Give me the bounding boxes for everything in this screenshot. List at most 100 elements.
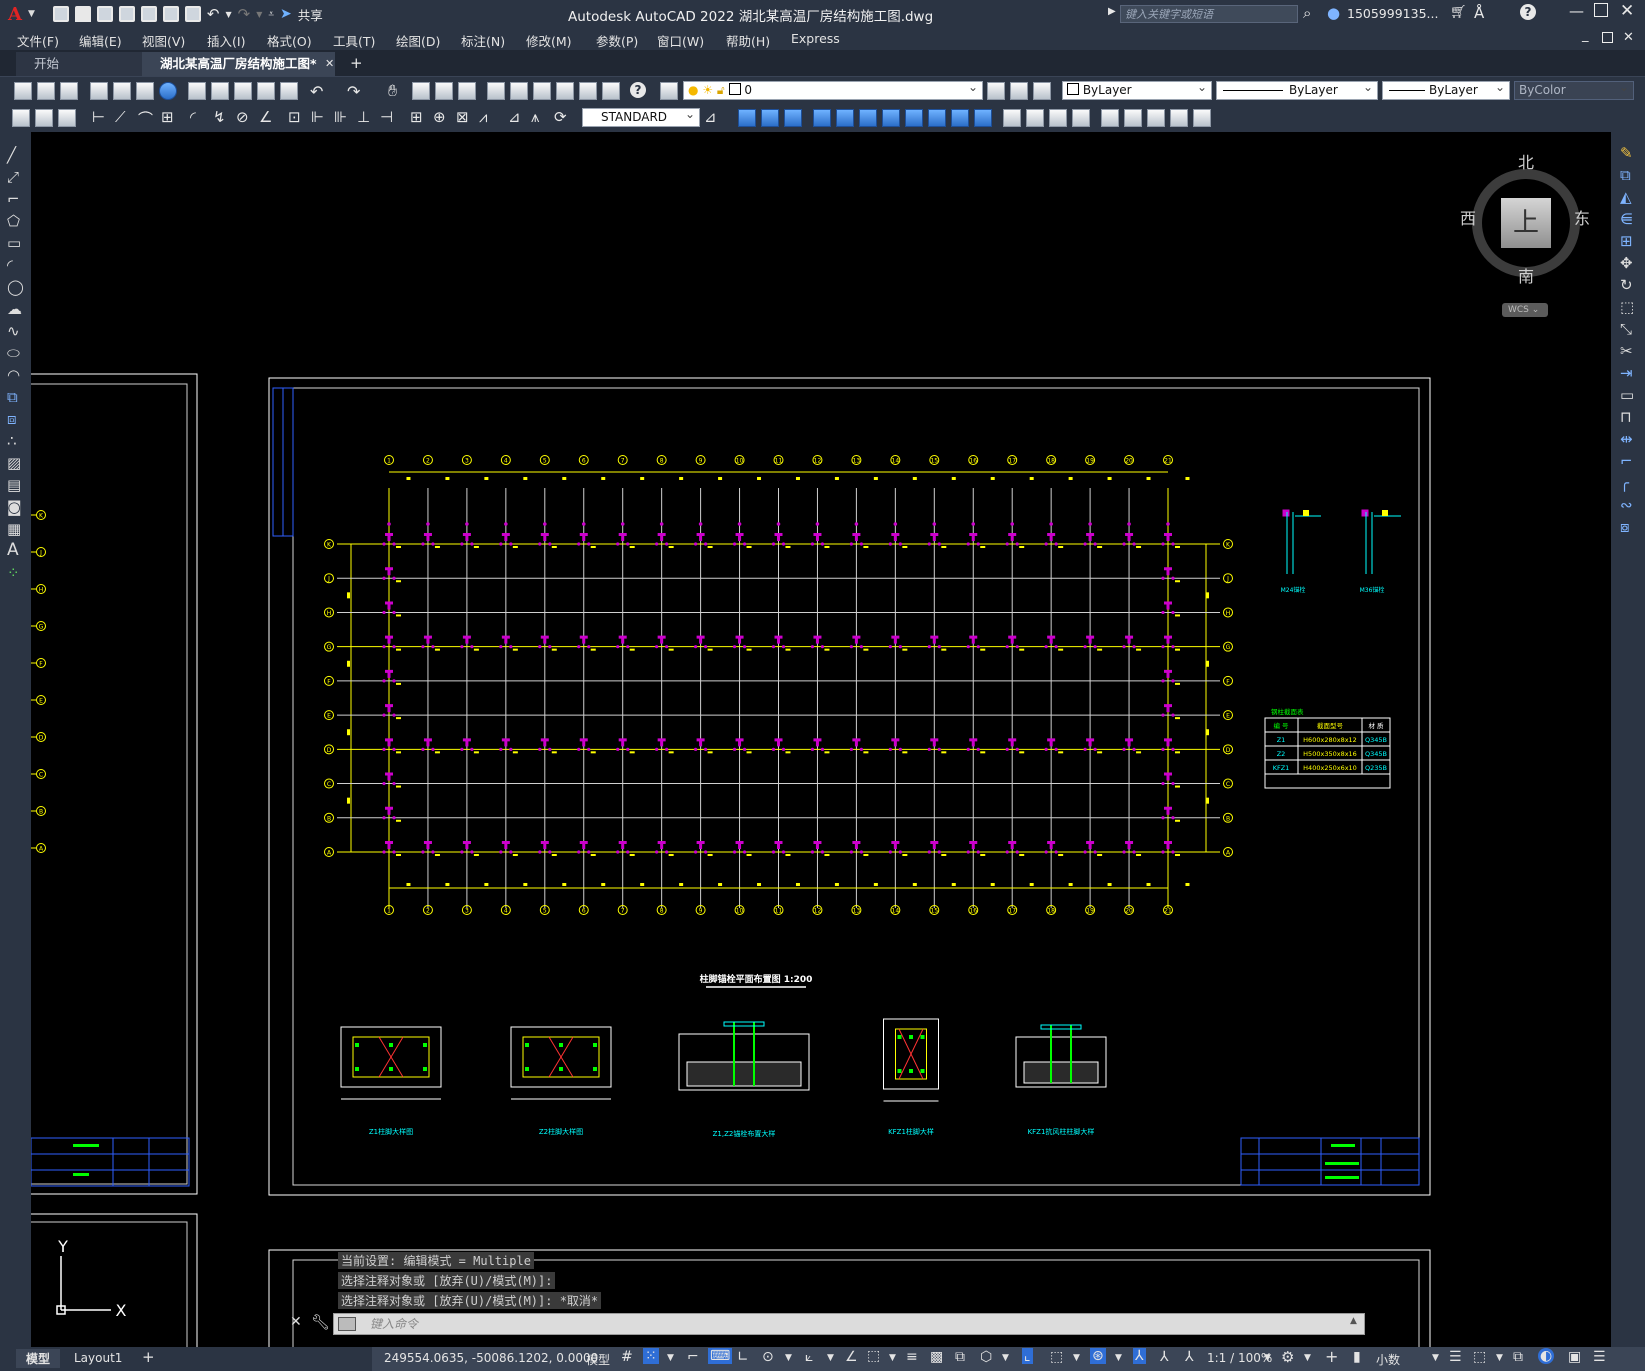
annotation-scale-value[interactable]: 1:1 / 100%: [1207, 1351, 1272, 1365]
array-icon[interactable]: ⊞: [1620, 232, 1636, 250]
mirror-icon[interactable]: ◭: [1620, 188, 1636, 206]
minimize-icon[interactable]: —: [1569, 2, 1584, 20]
menu-insert[interactable]: 插入(I): [207, 31, 245, 50]
quick-dim-icon[interactable]: ⊡: [288, 108, 301, 126]
menu-view[interactable]: 视图(V): [142, 31, 185, 50]
qnew-icon[interactable]: [14, 82, 32, 100]
maximize-icon[interactable]: [1594, 3, 1608, 17]
view-right-icon[interactable]: [813, 109, 831, 127]
lineweight-icon[interactable]: ≡: [906, 1349, 918, 1365]
ucs-icon[interactable]: [1101, 109, 1119, 127]
workspace-dropdown-icon[interactable]: ▼: [1304, 1353, 1311, 1363]
menu-draw[interactable]: 绘图(D): [396, 31, 440, 50]
stretch-icon[interactable]: ⤡: [1620, 320, 1636, 338]
3d-osnap-dropdown-icon[interactable]: ▼: [1002, 1353, 1009, 1363]
table-icon[interactable]: ▦: [7, 520, 23, 538]
isodraft-icon[interactable]: ⟀: [805, 1349, 813, 1365]
snap-icon[interactable]: ⁙: [643, 1348, 659, 1364]
camera-icon[interactable]: [974, 109, 992, 127]
doc-close-icon[interactable]: ✕: [1623, 30, 1634, 45]
doc-restore-icon[interactable]: [1602, 32, 1613, 43]
construction-line-icon[interactable]: ⤢: [7, 168, 23, 186]
undo-toolbar-icon[interactable]: ↶: [310, 82, 323, 101]
hatch-icon[interactable]: ▨: [7, 454, 23, 472]
region-icon[interactable]: ◙: [7, 498, 23, 516]
block-editor-icon[interactable]: [280, 82, 298, 100]
gizmo-dropdown-icon[interactable]: ▼: [1115, 1353, 1122, 1363]
menu-edit[interactable]: 编辑(E): [79, 31, 122, 50]
lock-ui-dropdown-icon[interactable]: ▼: [1496, 1353, 1503, 1363]
dim-space-icon[interactable]: ⊥: [357, 108, 370, 126]
dim-text-edit-icon[interactable]: ⩚: [531, 108, 539, 126]
sheet-set-icon[interactable]: [556, 82, 574, 100]
polyline-icon[interactable]: ⌐: [7, 190, 23, 208]
cut-icon[interactable]: [188, 82, 206, 100]
object-snap-icon[interactable]: ⬚: [867, 1348, 880, 1364]
transparency-icon[interactable]: ▩: [930, 1349, 943, 1365]
isolate-objects-icon[interactable]: ⧉: [1513, 1349, 1523, 1365]
share-button[interactable]: 共享: [298, 5, 323, 24]
dim-update-icon[interactable]: ⟳: [554, 108, 567, 126]
ucs-face-icon[interactable]: [1170, 109, 1188, 127]
quick-properties-icon[interactable]: ☰: [1449, 1349, 1462, 1365]
layer-states-icon[interactable]: [1033, 82, 1051, 100]
status-customize-icon[interactable]: ☰: [1593, 1349, 1606, 1365]
dim-style-dropdown[interactable]: STANDARD: [582, 106, 700, 127]
break-at-point-icon[interactable]: ▭: [1620, 386, 1636, 404]
open-from-web-icon[interactable]: [140, 6, 157, 22]
tab-active-drawing[interactable]: 湖北某高温厂房结构施工图*: [142, 52, 335, 76]
layer-dropdown[interactable]: ● ☀ 🔓︎ 0: [683, 79, 983, 100]
ucs-object-icon[interactable]: [1193, 109, 1211, 127]
visual-style-hidden-icon[interactable]: [1049, 109, 1067, 127]
search-input[interactable]: 键入关键字或短语: [1120, 5, 1298, 23]
add-layout-button[interactable]: +: [142, 1348, 155, 1366]
match-properties-icon[interactable]: [257, 82, 275, 100]
selection-filter-icon[interactable]: ⬚: [1050, 1349, 1063, 1365]
units-dropdown-icon[interactable]: ▼: [1432, 1353, 1439, 1363]
gizmo-icon[interactable]: ⊛: [1090, 1348, 1106, 1364]
lineweight-dropdown[interactable]: ByLayer: [1382, 79, 1510, 100]
menu-format[interactable]: 格式(O): [267, 31, 312, 50]
erase-icon[interactable]: ✎: [1620, 144, 1636, 162]
layout-tab-model[interactable]: 模型: [16, 1349, 61, 1368]
undo-icon[interactable]: ↶: [207, 5, 220, 23]
ucs-world-icon[interactable]: [1124, 109, 1142, 127]
make-block-palette-icon[interactable]: ⧈: [7, 410, 23, 428]
command-scroll-icon[interactable]: ▲: [1350, 1316, 1357, 1326]
redo-icon[interactable]: ↷: [238, 5, 251, 23]
dim-edit-icon[interactable]: ⊿: [508, 108, 521, 126]
command-recent-icon[interactable]: [338, 1317, 356, 1331]
new-tab-button[interactable]: +: [350, 54, 363, 72]
markup-icon[interactable]: [579, 82, 597, 100]
color-dropdown[interactable]: ByLayer: [1062, 79, 1212, 100]
dim-linear-icon[interactable]: ⊢: [92, 108, 105, 126]
3d-osnap-icon[interactable]: ⬡: [980, 1349, 992, 1365]
user-icon[interactable]: ●: [1327, 4, 1340, 22]
save-as-icon[interactable]: [118, 6, 135, 22]
layout-tab-layout1[interactable]: Layout1: [74, 1351, 122, 1365]
plot-toolbar-icon[interactable]: [90, 82, 108, 100]
ortho-icon[interactable]: ∟: [737, 1349, 749, 1365]
rectangle-icon[interactable]: ▭: [7, 234, 23, 252]
rotate-icon[interactable]: ↻: [1620, 276, 1636, 294]
revision-cloud-icon[interactable]: ☁︎: [7, 300, 23, 318]
open-folder-icon[interactable]: [74, 6, 91, 22]
break-icon[interactable]: ⊓: [1620, 408, 1636, 426]
polar-tracking-icon[interactable]: ⊙: [762, 1349, 774, 1365]
scale-icon[interactable]: ⬚: [1620, 298, 1636, 316]
spline-icon[interactable]: ∿: [7, 322, 23, 340]
qsave-icon[interactable]: [60, 82, 78, 100]
quickcalc-icon[interactable]: [602, 82, 620, 100]
view-nw-iso-icon[interactable]: [951, 109, 969, 127]
blend-curves-icon[interactable]: ∾: [1620, 496, 1636, 514]
inspect-icon[interactable]: ⊠: [456, 108, 469, 126]
dim-break-icon[interactable]: ⊣: [380, 108, 393, 126]
make-block-icon[interactable]: [35, 109, 53, 127]
infer-constraints-icon[interactable]: ⌐: [687, 1349, 699, 1365]
command-customize-icon[interactable]: 🔧︎: [311, 1313, 330, 1331]
menu-window[interactable]: 窗口(W): [657, 31, 704, 50]
annotation-scale-icon[interactable]: ⅄: [1185, 1349, 1194, 1365]
zoom-window-icon[interactable]: [435, 82, 453, 100]
jogged-linear-icon[interactable]: ⩘: [479, 108, 487, 126]
point-icon[interactable]: ∴: [7, 432, 23, 450]
